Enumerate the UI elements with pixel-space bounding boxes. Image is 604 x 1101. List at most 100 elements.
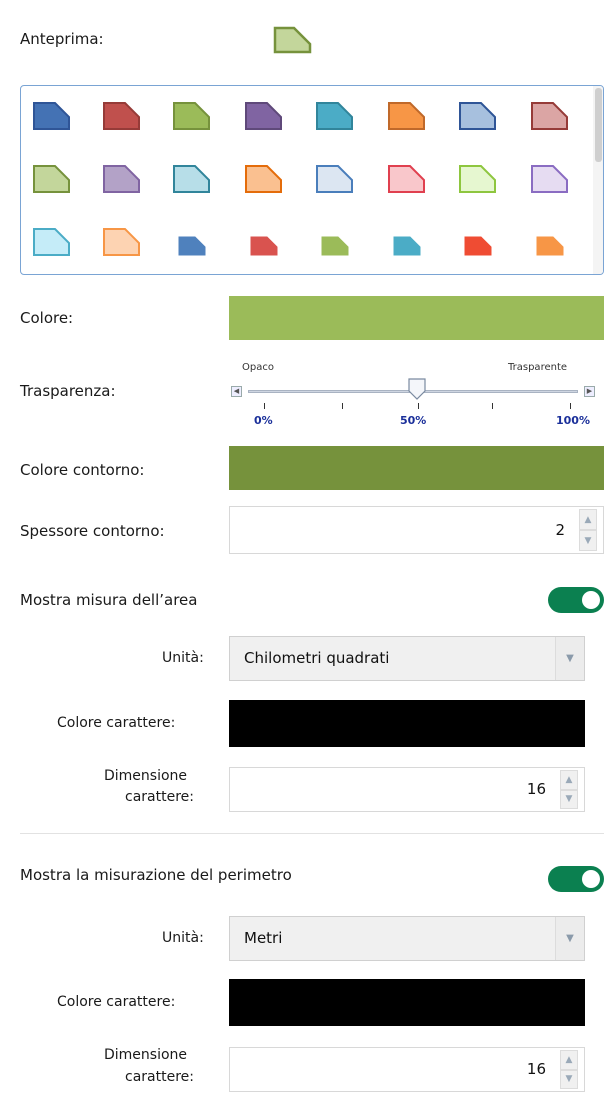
symbol-swatch[interactable] xyxy=(314,101,354,131)
chevron-down-icon[interactable]: ▼ xyxy=(555,637,584,680)
polygon-symbol-icon xyxy=(245,102,282,130)
symbol-swatch[interactable] xyxy=(386,231,426,261)
perimeter-unit-value: Metri xyxy=(244,929,283,947)
slider-tick xyxy=(570,403,571,409)
outline-color-picker[interactable] xyxy=(229,446,604,490)
symbol-swatch[interactable] xyxy=(31,164,71,194)
polygon-symbol-icon xyxy=(33,165,70,193)
gallery-scrollbar[interactable] xyxy=(593,86,603,274)
stepper-down-arrow-icon[interactable]: ▼ xyxy=(579,530,597,551)
slider-tick-label: 50% xyxy=(400,414,427,427)
slider-tick xyxy=(418,403,419,409)
transparency-slider-thumb[interactable] xyxy=(408,378,426,400)
symbol-swatch[interactable] xyxy=(386,164,426,194)
perimeter-font-size-label: Dimensione xyxy=(104,1047,188,1063)
perimeter-toggle-label: Mostra la misurazione del perimetro xyxy=(20,866,292,884)
area-unit-label: Unità: xyxy=(162,650,204,666)
polygon-symbol-icon xyxy=(173,102,210,130)
symbol-swatch[interactable] xyxy=(171,101,211,131)
polygon-symbol-icon xyxy=(531,102,568,130)
area-toggle-label: Mostra misura dell’area xyxy=(20,591,198,609)
color-label: Colore: xyxy=(20,309,74,327)
perimeter-font-size-stepper[interactable]: 16 ▲ ▼ xyxy=(229,1047,585,1092)
perimeter-font-size-label-2: carattere: xyxy=(125,1069,194,1085)
symbol-swatch[interactable] xyxy=(101,164,141,194)
polygon-symbol-icon xyxy=(316,102,353,130)
outline-color-label: Colore contorno: xyxy=(20,461,145,479)
symbol-swatch[interactable] xyxy=(529,231,569,261)
slider-tick-label: 100% xyxy=(556,414,590,427)
symbol-swatch[interactable] xyxy=(457,164,497,194)
perimeter-font-size-value[interactable]: 16 xyxy=(527,1048,546,1091)
polygon-symbol-icon xyxy=(103,228,140,256)
fill-color-picker[interactable] xyxy=(229,296,604,340)
slider-decrease-arrow-icon[interactable]: ◀ xyxy=(231,386,242,397)
polygon-preview-icon xyxy=(273,26,312,54)
slider-tick xyxy=(342,403,343,409)
preview-label: Anteprima: xyxy=(20,30,104,48)
area-font-color-picker[interactable] xyxy=(229,700,585,747)
symbol-swatch[interactable] xyxy=(457,101,497,131)
section-divider xyxy=(20,833,604,834)
symbol-swatch[interactable] xyxy=(457,231,497,261)
stepper-down-arrow-icon[interactable]: ▼ xyxy=(560,789,578,809)
slider-tick-label: 0% xyxy=(254,414,273,427)
polygon-symbol-icon xyxy=(464,236,492,256)
area-unit-dropdown[interactable]: Chilometri quadrati ▼ xyxy=(229,636,585,681)
polygon-symbol-icon xyxy=(531,165,568,193)
symbol-swatch[interactable] xyxy=(31,101,71,131)
stepper-up-arrow-icon[interactable]: ▲ xyxy=(560,1050,578,1070)
slider-tick xyxy=(264,403,265,409)
polygon-symbol-icon xyxy=(103,165,140,193)
polygon-symbol-icon xyxy=(178,236,206,256)
symbol-swatch[interactable] xyxy=(314,164,354,194)
symbol-swatch[interactable] xyxy=(386,101,426,131)
perimeter-unit-dropdown[interactable]: Metri ▼ xyxy=(229,916,585,961)
polygon-symbol-icon xyxy=(173,165,210,193)
gallery-scrollbar-thumb[interactable] xyxy=(595,88,602,162)
area-measurement-toggle[interactable] xyxy=(548,587,604,613)
chevron-down-icon[interactable]: ▼ xyxy=(555,917,584,960)
slider-min-caption: Opaco xyxy=(242,362,274,373)
symbol-swatch[interactable] xyxy=(101,227,141,257)
symbol-swatch[interactable] xyxy=(101,101,141,131)
polygon-symbol-icon xyxy=(536,236,564,256)
symbol-swatch[interactable] xyxy=(529,101,569,131)
symbol-swatch[interactable] xyxy=(314,231,354,261)
symbol-swatch[interactable] xyxy=(171,164,211,194)
perimeter-measurement-toggle[interactable] xyxy=(548,866,604,892)
outline-width-label: Spessore contorno: xyxy=(20,522,165,540)
area-font-size-label: Dimensione xyxy=(104,768,188,784)
area-unit-value: Chilometri quadrati xyxy=(244,649,390,667)
polygon-symbol-icon xyxy=(316,165,353,193)
area-font-size-value[interactable]: 16 xyxy=(527,768,546,811)
polygon-symbol-icon xyxy=(393,236,421,256)
outline-width-value[interactable]: 2 xyxy=(555,507,565,553)
perimeter-font-color-picker[interactable] xyxy=(229,979,585,1026)
symbol-swatch[interactable] xyxy=(243,231,283,261)
slider-increase-arrow-icon[interactable]: ▶ xyxy=(584,386,595,397)
polygon-symbol-icon xyxy=(245,165,282,193)
slider-max-caption: Trasparente xyxy=(508,362,568,373)
area-font-size-stepper[interactable]: 16 ▲ ▼ xyxy=(229,767,585,812)
polygon-symbol-icon xyxy=(388,165,425,193)
symbol-swatch[interactable] xyxy=(529,164,569,194)
polygon-symbol-icon xyxy=(250,236,278,256)
symbol-gallery[interactable] xyxy=(20,85,604,275)
toggle-knob xyxy=(582,870,600,888)
polygon-symbol-icon xyxy=(103,102,140,130)
toggle-knob xyxy=(582,591,600,609)
polygon-symbol-icon xyxy=(388,102,425,130)
polygon-symbol-icon xyxy=(33,228,70,256)
stepper-up-arrow-icon[interactable]: ▲ xyxy=(560,770,578,790)
symbol-swatch[interactable] xyxy=(171,231,211,261)
symbol-swatch[interactable] xyxy=(243,164,283,194)
stepper-down-arrow-icon[interactable]: ▼ xyxy=(560,1069,578,1089)
outline-width-stepper[interactable]: 2 ▲ ▼ xyxy=(229,506,604,554)
polygon-symbol-icon xyxy=(321,236,349,256)
symbol-swatch[interactable] xyxy=(243,101,283,131)
polygon-symbol-icon xyxy=(33,102,70,130)
stepper-up-arrow-icon[interactable]: ▲ xyxy=(579,509,597,530)
polygon-symbol-icon xyxy=(459,165,496,193)
symbol-swatch[interactable] xyxy=(31,227,71,257)
